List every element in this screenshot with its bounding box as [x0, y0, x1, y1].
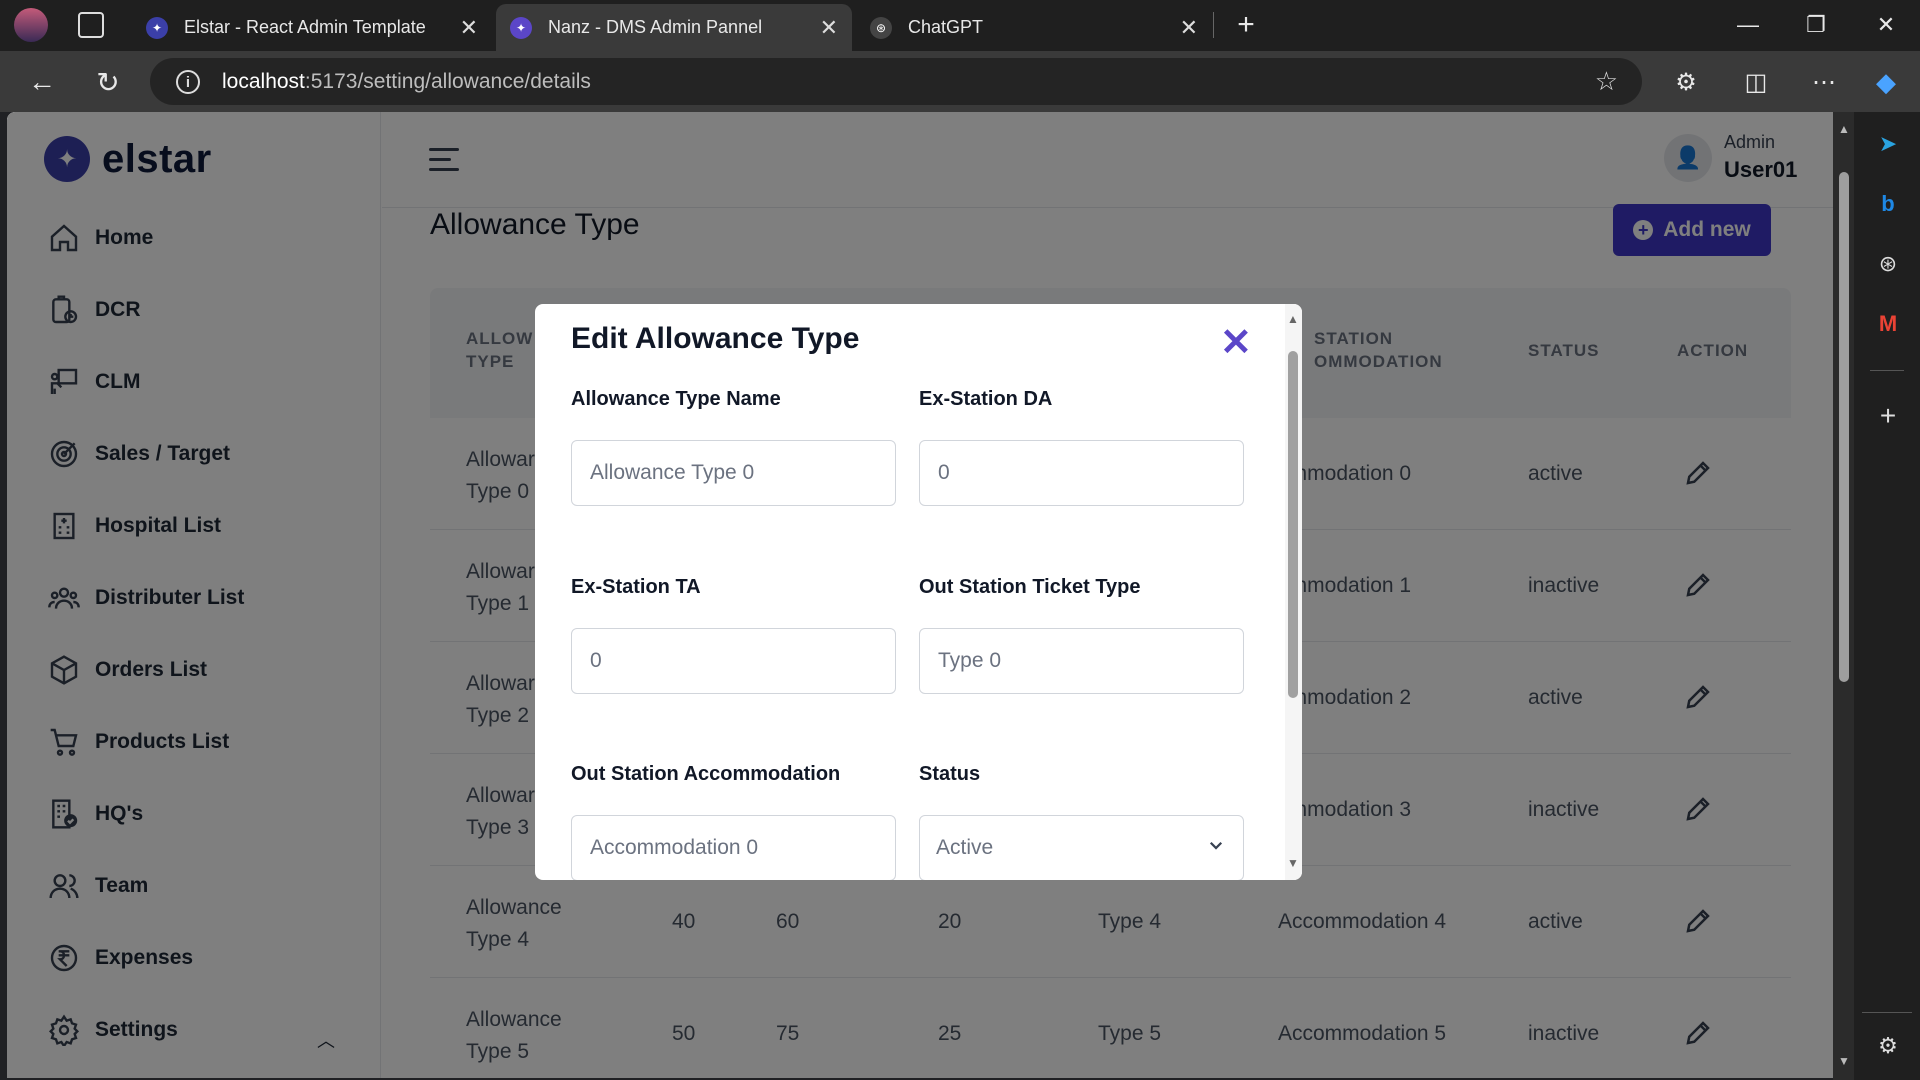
modal-title: Edit Allowance Type	[571, 322, 860, 355]
out-station-ticket-type-field[interactable]: Type 0	[919, 628, 1244, 694]
profile-avatar[interactable]	[14, 8, 48, 42]
split-screen-icon[interactable]: ◫	[1736, 63, 1776, 101]
tab-title: Nanz - DMS Admin Pannel	[548, 17, 763, 37]
browser-tab-bar: ✦ Elstar - React Admin Template ✕ ✦ Nanz…	[0, 0, 1920, 51]
close-tab-icon[interactable]: ✕	[1180, 15, 1198, 41]
tab-elstar[interactable]: ✦ Elstar - React Admin Template ✕	[132, 4, 492, 51]
status-select[interactable]: Active	[919, 815, 1244, 880]
favorite-star-icon[interactable]: ☆	[1595, 66, 1618, 97]
url-input[interactable]: i localhost:5173/setting/allowance/detai…	[150, 58, 1642, 105]
close-tab-icon[interactable]: ✕	[460, 15, 478, 41]
page-scrollbar[interactable]: ▲ ▼	[1833, 112, 1854, 1080]
ex-station-da-field[interactable]: 0	[919, 440, 1244, 506]
scroll-down-arrow-icon[interactable]: ▼	[1287, 856, 1299, 870]
settings-gear-icon[interactable]: ⚙	[1874, 1032, 1902, 1060]
close-window-icon[interactable]: ✕	[1866, 8, 1906, 42]
chatgpt-favicon-icon: ⊛	[870, 16, 892, 39]
out-station-accommodation-label: Out Station Accommodation	[571, 763, 841, 785]
extensions-icon[interactable]: ⚙	[1666, 63, 1706, 101]
address-bar-row: ← ↻ i localhost:5173/setting/allowance/d…	[0, 51, 1920, 112]
out-station-ticket-type-label: Out Station Ticket Type	[919, 576, 1141, 598]
allowance-type-name-field[interactable]: Allowance Type 0	[571, 440, 896, 506]
gmail-icon[interactable]: M	[1874, 310, 1902, 338]
ex-station-ta-field[interactable]: 0	[571, 628, 896, 694]
restore-icon[interactable]: ❐	[1796, 8, 1836, 42]
new-tab-icon[interactable]: +	[1226, 8, 1266, 42]
workspaces-icon[interactable]	[78, 12, 104, 38]
telegram-icon[interactable]: ➤	[1874, 130, 1902, 158]
status-select-value: Active	[936, 836, 994, 859]
nanz-favicon-icon: ✦	[510, 16, 532, 39]
page-viewport: ✦ elstar Home DCR CLM Sales / Target Hos…	[7, 112, 1833, 1078]
reload-icon[interactable]: ↻	[88, 63, 128, 101]
status-label: Status	[919, 763, 981, 785]
site-info-icon[interactable]: i	[176, 70, 200, 94]
copilot-icon[interactable]: ◆	[1866, 63, 1906, 101]
chatgpt-icon[interactable]: ⊛	[1874, 250, 1902, 278]
bing-icon[interactable]: b	[1874, 190, 1902, 218]
modal-scroll-thumb[interactable]	[1288, 351, 1298, 698]
tab-title: Elstar - React Admin Template	[184, 17, 426, 37]
tab-chatgpt[interactable]: ⊛ ChatGPT ✕	[856, 4, 1212, 51]
close-icon[interactable]: ✕	[1220, 320, 1252, 365]
scroll-up-arrow-icon[interactable]: ▲	[1287, 312, 1299, 326]
edge-divider	[1862, 1012, 1912, 1013]
elstar-favicon-icon: ✦	[146, 16, 168, 39]
more-options-icon[interactable]: ⋯	[1804, 63, 1844, 101]
tab-title: ChatGPT	[908, 17, 984, 37]
url-host: localhost	[222, 69, 305, 93]
out-station-accommodation-field[interactable]: Accommodation 0	[571, 815, 896, 880]
back-icon[interactable]: ←	[22, 63, 62, 101]
allowance-type-name-label: Allowance Type Name	[571, 388, 781, 410]
scroll-up-arrow-icon[interactable]: ▲	[1838, 122, 1850, 136]
tab-divider	[1213, 12, 1214, 38]
modal-scrollbar[interactable]: ▲ ▼	[1285, 304, 1302, 880]
url-path: :5173/setting/allowance/details	[304, 69, 591, 93]
edit-allowance-modal: Edit Allowance Type ✕ Allowance Type Nam…	[535, 304, 1302, 880]
minimize-icon[interactable]: —	[1728, 8, 1768, 42]
close-tab-icon[interactable]: ✕	[820, 15, 838, 41]
add-app-icon[interactable]: +	[1874, 400, 1902, 431]
page-scroll-thumb[interactable]	[1839, 172, 1849, 682]
chevron-down-icon	[1207, 836, 1225, 860]
ex-station-da-label: Ex-Station DA	[919, 388, 1053, 410]
edge-side-panel: ➤ b ⊛ M + ⚙	[1854, 112, 1920, 1080]
tab-nanz[interactable]: ✦ Nanz - DMS Admin Pannel ✕	[496, 4, 852, 51]
scroll-down-arrow-icon[interactable]: ▼	[1838, 1054, 1850, 1068]
edge-divider	[1870, 370, 1904, 371]
ex-station-ta-label: Ex-Station TA	[571, 576, 701, 598]
